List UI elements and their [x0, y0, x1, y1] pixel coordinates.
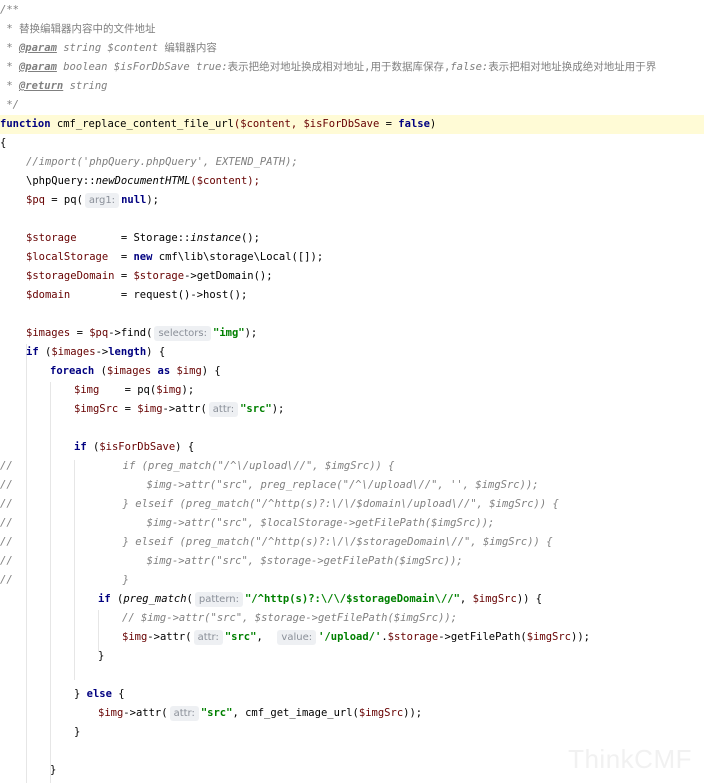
param-hint: attr:	[193, 630, 223, 645]
param-hint: attr:	[169, 706, 199, 721]
commented-line: // $img->attr("src", $storage->getFilePa…	[122, 612, 458, 624]
else-attr-line: $img->attr(attr: "src", cmf_get_image_url…	[98, 706, 423, 721]
doc-param-isfordbsave: * @param boolean $isForDbSave true:表示把绝对…	[0, 61, 657, 73]
watermark-logo: ThinkCMF	[568, 744, 692, 774]
commented-line: //} elseif (preg_match("/^http(s)?:\/\/$…	[0, 536, 553, 548]
doc-param-content: * @param string $content 编辑器内容	[0, 42, 217, 54]
code-editor[interactable]: /** * 替换编辑器内容中的文件地址 * @param string $con…	[0, 0, 704, 783]
else-line: } else {	[74, 688, 125, 700]
pq-assign-line: $pq = pq(arg1: null);	[26, 193, 160, 208]
function-signature[interactable]: function cmf_replace_content_file_url($c…	[0, 115, 704, 134]
domain-line: $domain = request()->host();	[26, 289, 248, 301]
commented-line: //}	[0, 574, 129, 586]
param-hint: pattern:	[194, 592, 243, 607]
if-images-line: if ($images->length) {	[26, 346, 166, 358]
img-assign-line: $img = pq($img);	[74, 384, 195, 396]
imgsrc-assign-line: $imgSrc = $img->attr(attr: "src");	[74, 402, 285, 417]
import-comment: //import('phpQuery.phpQuery', EXTEND_PAT…	[26, 156, 298, 168]
commented-line: //} elseif (preg_match("/^http(s)?:\/\/$…	[0, 498, 559, 510]
if-preg-match-line: if (preg_match(pattern: "/^http(s)?:\/\/$…	[98, 592, 543, 607]
param-hint: arg1:	[84, 193, 120, 208]
param-hint: selectors:	[154, 326, 211, 341]
indent-guide	[98, 610, 99, 652]
commented-line: //$img->attr("src", $storage->getFilePat…	[0, 555, 463, 567]
commented-line: //if (preg_match("/^\/upload\//", $imgSr…	[0, 460, 395, 472]
commented-line: //$img->attr("src", preg_replace("/^\/up…	[0, 479, 539, 491]
brace-close: }	[74, 726, 81, 738]
param-hint: attr:	[208, 402, 239, 417]
brace-close: }	[50, 764, 57, 776]
doc-comment-close: */	[0, 99, 19, 111]
foreach-line: foreach ($images as $img) {	[50, 365, 221, 377]
commented-line: //$img->attr("src", $localStorage->getFi…	[0, 517, 495, 529]
param-hint: value:	[277, 630, 317, 645]
if-isfordbsave-line: if ($isForDbSave) {	[74, 441, 195, 453]
doc-comment-summary: * 替换编辑器内容中的文件地址	[0, 23, 156, 35]
storage-line: $storage = Storage::instance();	[26, 232, 260, 244]
phpquery-line: \phpQuery::newDocumentHTML($content);	[26, 175, 260, 187]
set-src-line: $img->attr(attr: "src", value: '/upload/'.…	[122, 630, 590, 645]
brace-close: }	[98, 650, 105, 662]
storage-domain-line: $storageDomain = $storage->getDomain();	[26, 270, 273, 282]
brace-open: {	[0, 137, 7, 149]
images-line: $images = $pq->find(selectors: "img");	[26, 326, 258, 341]
doc-return: * @return string	[0, 80, 108, 92]
local-storage-line: $localStorage = new cmf\lib\storage\Loca…	[26, 251, 324, 263]
doc-comment-open: /**	[0, 4, 19, 16]
